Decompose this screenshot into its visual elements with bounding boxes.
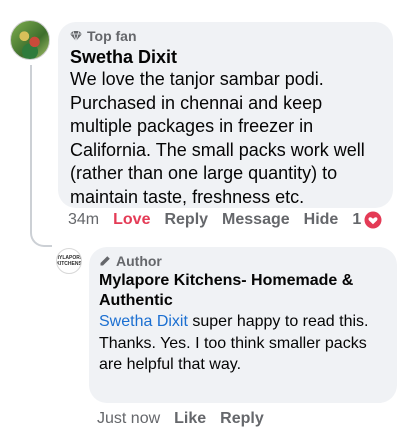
top-fan-badge: Top fan <box>70 26 381 46</box>
reply-bubble: Author Mylapore Kitchens- Homemade & Aut… <box>89 247 397 403</box>
reaction-count-number: 1 <box>352 211 362 228</box>
comment-timestamp[interactable]: 34m <box>68 211 99 229</box>
love-reaction-button[interactable]: Love <box>113 211 150 229</box>
comment-actions: 34m Love Reply Message Hide 1 <box>68 211 382 229</box>
comment-bubble: Top fan Swetha Dixit We love the tanjor … <box>58 22 393 208</box>
reply-timestamp[interactable]: Just now <box>97 410 160 428</box>
comment-text: We love the tanjor sambar podi. Purchase… <box>70 69 365 207</box>
thread-connector <box>30 225 52 247</box>
commenter-avatar[interactable] <box>10 20 50 60</box>
reply-text: Swetha Dixit super happy to read this. T… <box>99 311 387 376</box>
diamond-icon <box>70 30 82 42</box>
reply-author[interactable]: Mylapore Kitchens- Homemade & Authentic <box>99 271 387 311</box>
badge-label: Author <box>116 253 162 269</box>
page-logo: MYLAPORE KITCHENS <box>56 255 82 267</box>
reply-button[interactable]: Reply <box>164 211 208 229</box>
comment-author[interactable]: Swetha Dixit <box>70 46 381 68</box>
hide-button[interactable]: Hide <box>304 211 339 229</box>
message-button[interactable]: Message <box>222 211 290 229</box>
reply-actions: Just now Like Reply <box>97 410 278 428</box>
badge-label: Top fan <box>87 28 137 44</box>
mention-link[interactable]: Swetha Dixit <box>99 313 188 330</box>
reply-button[interactable]: Reply <box>220 410 264 428</box>
heart-icon <box>364 211 382 229</box>
like-button[interactable]: Like <box>174 410 206 428</box>
author-badge: Author <box>99 251 387 271</box>
pencil-icon <box>100 256 110 266</box>
page-avatar[interactable]: MYLAPORE KITCHENS <box>56 248 82 274</box>
thread-line <box>30 65 32 233</box>
reaction-count[interactable]: 1 <box>352 211 382 229</box>
